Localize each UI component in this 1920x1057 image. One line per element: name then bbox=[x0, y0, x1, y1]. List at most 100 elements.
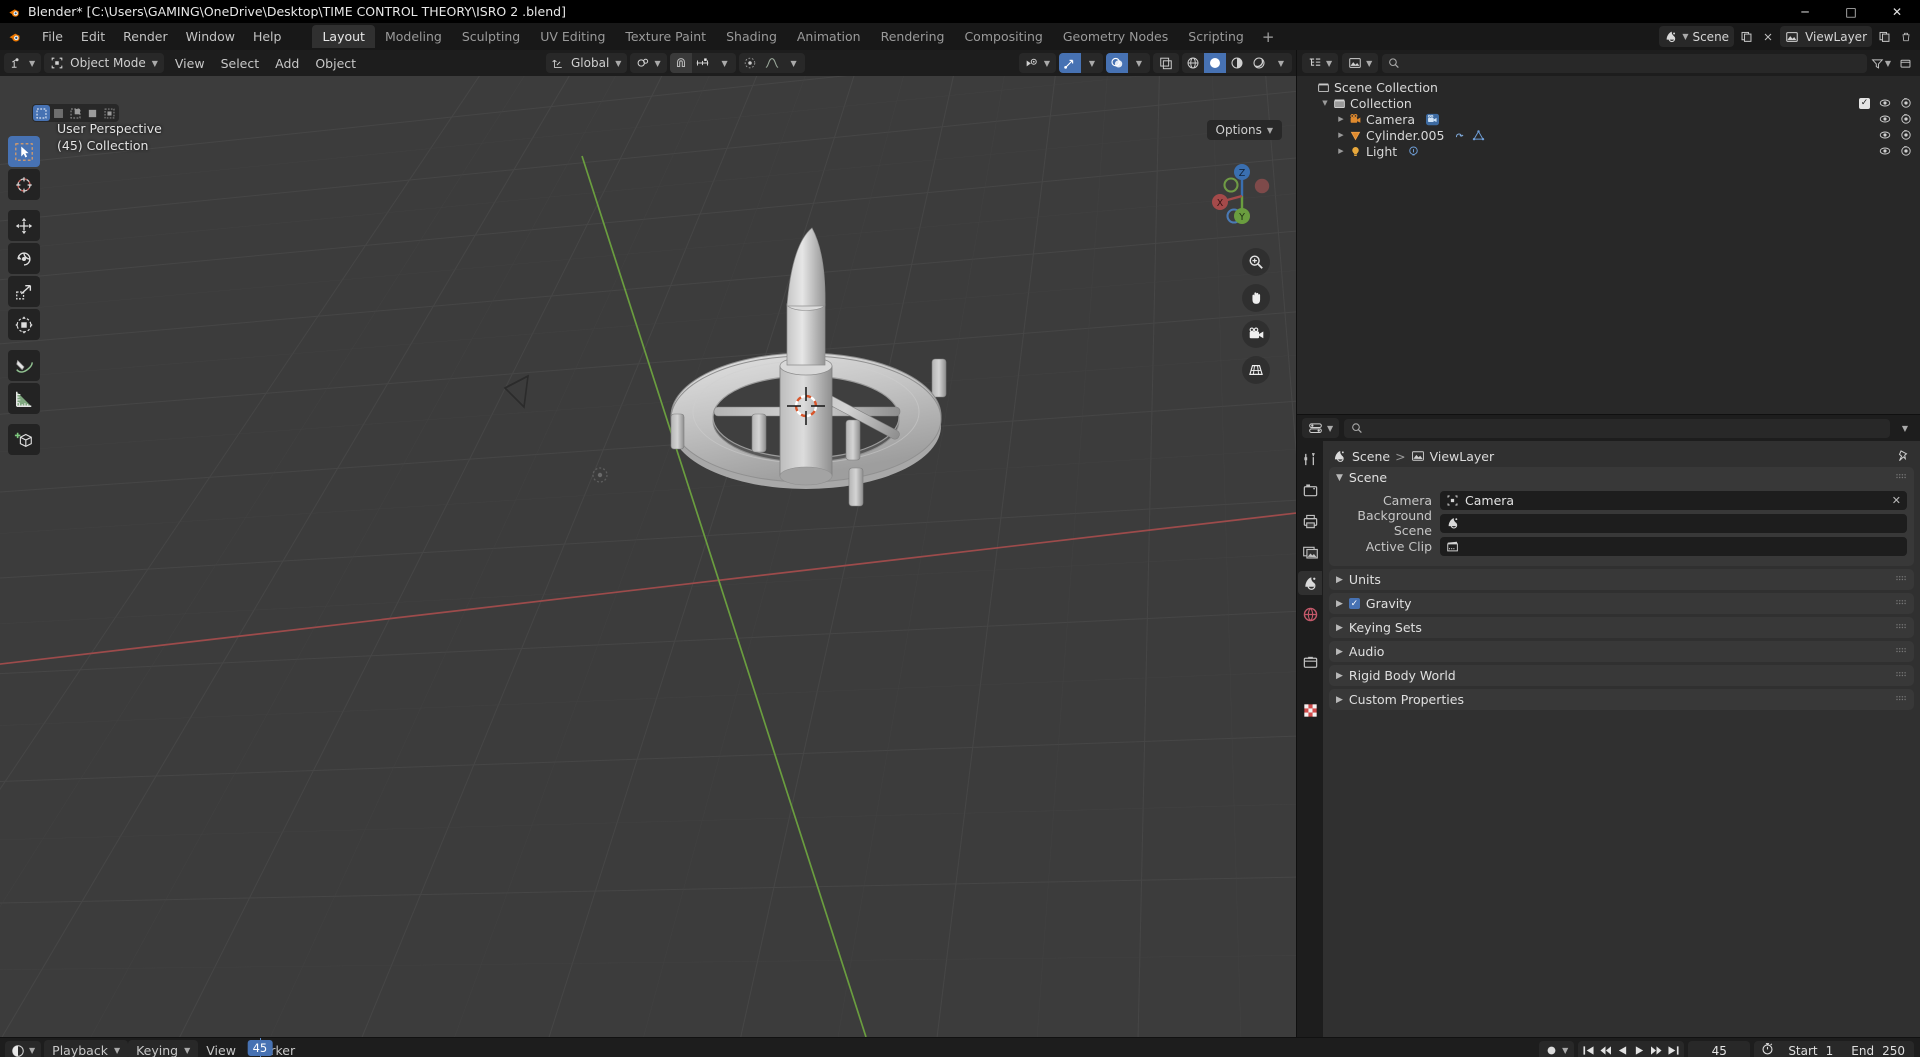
workspace-tab-texture-paint[interactable]: Texture Paint bbox=[615, 25, 716, 48]
blender-menu-icon[interactable] bbox=[6, 28, 23, 45]
jump-to-start-button[interactable] bbox=[1580, 1041, 1597, 1057]
show-overlays-toggle[interactable] bbox=[1106, 53, 1128, 73]
measure-tool[interactable] bbox=[8, 383, 40, 414]
show-gizmo-toggle[interactable] bbox=[1059, 53, 1081, 73]
outliner-search-field[interactable] bbox=[1404, 56, 1861, 70]
visibility-selector[interactable]: ▼ bbox=[1018, 53, 1056, 73]
workspace-tab-compositing[interactable]: Compositing bbox=[954, 25, 1052, 48]
expand-arrow-right-icon[interactable]: ▶ bbox=[1335, 147, 1347, 155]
start-frame-field[interactable]: Start 1 bbox=[1779, 1044, 1842, 1057]
unlink-scene-button[interactable] bbox=[1758, 26, 1778, 47]
material-preview-button[interactable] bbox=[1226, 53, 1248, 73]
panel-header[interactable]: ▶ Custom Properties bbox=[1329, 689, 1914, 710]
jump-to-next-keyframe-button[interactable] bbox=[1648, 1041, 1665, 1057]
snap-dropdown[interactable]: ▼ bbox=[714, 53, 736, 73]
move-tool[interactable] bbox=[8, 210, 40, 241]
falloff-selector[interactable] bbox=[761, 53, 783, 73]
property-field[interactable] bbox=[1440, 513, 1907, 533]
breadcrumb-viewlayer[interactable]: ViewLayer bbox=[1430, 449, 1495, 464]
new-viewlayer-button[interactable] bbox=[1874, 26, 1894, 47]
cursor-tool[interactable] bbox=[8, 169, 40, 200]
use-preview-range-button[interactable] bbox=[1754, 1042, 1779, 1057]
add-cube-tool[interactable] bbox=[8, 424, 40, 455]
select-box-mode[interactable] bbox=[33, 105, 50, 121]
zoom-button[interactable] bbox=[1242, 248, 1270, 276]
properties-search-input[interactable] bbox=[1344, 418, 1890, 438]
collection-checkbox[interactable]: ✓ bbox=[1859, 97, 1870, 109]
panel-header[interactable]: ▶ Units bbox=[1329, 569, 1914, 590]
camera-view-button[interactable] bbox=[1242, 320, 1270, 348]
3d-viewport[interactable]: Options ▼ User Perspective (45) Collecti… bbox=[0, 76, 1296, 1037]
auto-keying-toggle[interactable]: ▼ bbox=[1539, 1040, 1575, 1057]
outliner-row-camera[interactable]: ▶ Camera bbox=[1297, 111, 1920, 127]
properties-editor-type[interactable]: ▼ bbox=[1302, 418, 1340, 438]
editor-type-selector[interactable]: ▼ bbox=[4, 53, 42, 73]
annotate-tool[interactable] bbox=[8, 350, 40, 381]
workspace-tab-layout[interactable]: Layout bbox=[312, 25, 375, 48]
eye-icon[interactable] bbox=[1879, 97, 1891, 109]
property-field[interactable]: Camera ✕ bbox=[1440, 490, 1907, 510]
outliner-new-collection-button[interactable] bbox=[1895, 53, 1915, 74]
falloff-dropdown[interactable]: ▼ bbox=[783, 53, 805, 73]
workspace-tab-sculpting[interactable]: Sculpting bbox=[452, 25, 530, 48]
eye-icon[interactable] bbox=[1879, 113, 1891, 125]
viewport-canvas[interactable] bbox=[0, 76, 1296, 1037]
output-tab[interactable] bbox=[1298, 509, 1322, 533]
world-tab[interactable] bbox=[1298, 602, 1322, 626]
light-data-icon[interactable] bbox=[1407, 145, 1420, 158]
properties-options-button[interactable]: ▼ bbox=[1895, 418, 1915, 439]
transform-tool[interactable] bbox=[8, 309, 40, 340]
properties-search-field[interactable] bbox=[1367, 421, 1883, 435]
workspace-tab-animation[interactable]: Animation bbox=[787, 25, 871, 48]
panel-header[interactable]: ▶ Keying Sets bbox=[1329, 617, 1914, 638]
add-workspace-button[interactable]: + bbox=[1254, 26, 1283, 48]
timeline-menu-keying[interactable]: Keying ▼ bbox=[128, 1040, 199, 1057]
gizmo-dropdown[interactable]: ▼ bbox=[1081, 53, 1103, 73]
clear-field-button[interactable]: ✕ bbox=[1892, 494, 1901, 507]
pin-icon[interactable] bbox=[1896, 449, 1910, 463]
play-reverse-button[interactable] bbox=[1614, 1041, 1631, 1057]
playhead-label[interactable]: 45 bbox=[247, 1040, 273, 1056]
workspace-tab-geometry-nodes[interactable]: Geometry Nodes bbox=[1053, 25, 1178, 48]
viewlayer-selector[interactable]: ViewLayer bbox=[1780, 26, 1872, 47]
tool-tab[interactable] bbox=[1298, 447, 1322, 471]
workspace-tab-shading[interactable]: Shading bbox=[716, 25, 787, 48]
workspace-tab-uv-editing[interactable]: UV Editing bbox=[530, 25, 615, 48]
camera-render-icon[interactable] bbox=[1900, 129, 1912, 141]
camera-render-icon[interactable] bbox=[1900, 97, 1912, 109]
menu-render[interactable]: Render bbox=[114, 26, 177, 47]
viewport-menu-add[interactable]: Add bbox=[267, 53, 307, 74]
scene-tab[interactable] bbox=[1298, 571, 1322, 595]
eye-icon[interactable] bbox=[1879, 129, 1891, 141]
camera-render-icon[interactable] bbox=[1900, 113, 1912, 125]
rendered-shading-button[interactable] bbox=[1248, 53, 1270, 73]
eye-icon[interactable] bbox=[1879, 145, 1891, 157]
expand-arrow-right-icon[interactable]: ▶ bbox=[1335, 115, 1347, 123]
pan-button[interactable] bbox=[1242, 284, 1270, 312]
snap-toggle[interactable] bbox=[669, 53, 692, 73]
workspace-tab-modeling[interactable]: Modeling bbox=[375, 25, 452, 48]
camera-render-icon[interactable] bbox=[1900, 145, 1912, 157]
viewport-options-button[interactable]: Options ▼ bbox=[1206, 120, 1282, 140]
camera-data-icon[interactable] bbox=[1425, 113, 1440, 126]
jump-to-end-button[interactable] bbox=[1665, 1041, 1682, 1057]
breadcrumb-scene[interactable]: Scene bbox=[1352, 449, 1390, 464]
timeline-menu-playback[interactable]: Playback ▼ bbox=[44, 1040, 129, 1057]
timeline-editor-type[interactable]: ▼ bbox=[5, 1040, 42, 1057]
end-frame-field[interactable]: End 250 bbox=[1842, 1044, 1914, 1057]
rotate-tool[interactable] bbox=[8, 243, 40, 274]
outliner-search-input[interactable] bbox=[1382, 53, 1867, 73]
maximize-button[interactable]: □ bbox=[1828, 0, 1874, 23]
outliner-tree[interactable]: Scene Collection ▼ Collection ✓ ▶ Camera ▶ Cyli… bbox=[1297, 76, 1920, 414]
workspace-tab-rendering[interactable]: Rendering bbox=[871, 25, 955, 48]
modifier-icon[interactable] bbox=[1454, 129, 1467, 142]
minimize-button[interactable]: ─ bbox=[1782, 0, 1828, 23]
outliner-filter-button[interactable]: ▼ bbox=[1871, 53, 1891, 74]
view-layer-tab[interactable] bbox=[1298, 540, 1322, 564]
xray-toggle[interactable] bbox=[1153, 53, 1179, 73]
render-tab[interactable] bbox=[1298, 478, 1322, 502]
outliner-row-cylinder-005[interactable]: ▶ Cylinder.005 bbox=[1297, 127, 1920, 143]
workspace-tab-scripting[interactable]: Scripting bbox=[1178, 25, 1254, 48]
viewport-menu-view[interactable]: View bbox=[167, 53, 213, 74]
play-button[interactable] bbox=[1631, 1041, 1648, 1057]
